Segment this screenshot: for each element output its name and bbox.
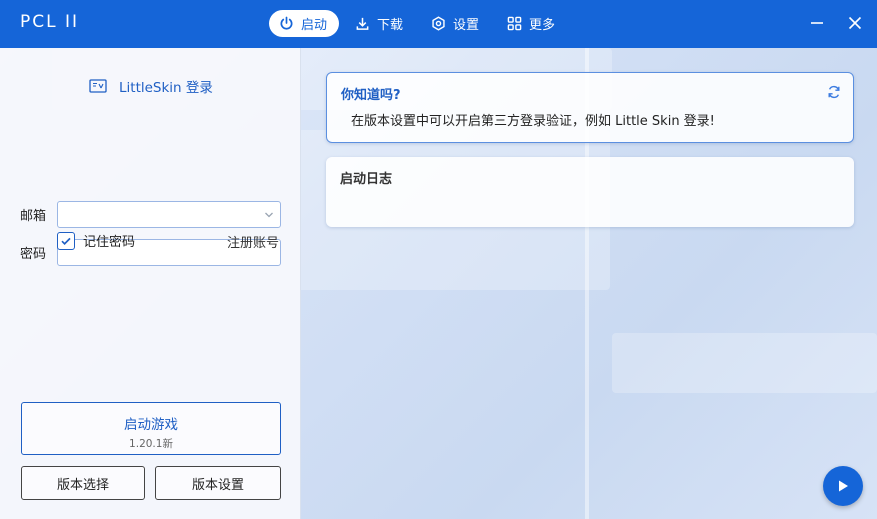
tab-more-label: 更多 bbox=[529, 18, 556, 33]
email-row: 邮箱 bbox=[20, 201, 281, 228]
launch-log-card[interactable]: 启动日志 bbox=[326, 157, 854, 227]
close-button[interactable] bbox=[847, 12, 863, 34]
window-controls bbox=[809, 12, 863, 34]
remember-checkbox[interactable] bbox=[57, 231, 75, 250]
main-nav: 启动 下载 设置 更多 bbox=[269, 10, 567, 37]
login-panel: LittleSkin 登录 邮箱 密码 记住密码 注册账号 启动游戏 1.20.… bbox=[0, 48, 301, 519]
tab-launch[interactable]: 启动 bbox=[269, 10, 340, 37]
launch-game-label: 启动游戏 bbox=[124, 417, 178, 433]
tab-settings[interactable]: 设置 bbox=[421, 10, 491, 37]
close-icon bbox=[848, 16, 862, 30]
play-icon bbox=[839, 480, 848, 492]
remember-password[interactable]: 记住密码 bbox=[57, 231, 135, 250]
tab-download-label: 下载 bbox=[377, 18, 404, 33]
tip-card: 你知道吗? 在版本设置中可以开启第三方登录验证，例如 Little Skin 登… bbox=[326, 72, 854, 143]
remember-label: 记住密码 bbox=[83, 235, 136, 250]
ghost-panel bbox=[612, 333, 877, 393]
power-icon bbox=[280, 16, 293, 30]
download-icon bbox=[356, 17, 369, 30]
version-select-button[interactable]: 版本选择 bbox=[21, 466, 145, 500]
title-bar: PCL II 启动 下载 设置 更多 bbox=[0, 0, 877, 48]
launch-log-title: 启动日志 bbox=[340, 172, 393, 187]
tab-more[interactable]: 更多 bbox=[497, 10, 567, 37]
launch-version-label: 1.20.1新 bbox=[129, 438, 173, 450]
tab-launch-label: 启动 bbox=[301, 18, 328, 33]
tab-settings-label: 设置 bbox=[453, 18, 480, 33]
minimize-icon bbox=[811, 22, 823, 24]
password-label: 密码 bbox=[20, 247, 47, 262]
checkmark-icon bbox=[61, 237, 71, 245]
login-type-label: LittleSkin 登录 bbox=[119, 80, 213, 96]
minimize-button[interactable] bbox=[809, 12, 825, 34]
refresh-icon[interactable] bbox=[827, 85, 841, 99]
email-label: 邮箱 bbox=[20, 209, 47, 224]
chevron-down-icon[interactable] bbox=[264, 210, 274, 220]
tip-text: 在版本设置中可以开启第三方登录验证，例如 Little Skin 登录! bbox=[351, 114, 715, 129]
grid-icon bbox=[507, 16, 522, 31]
tip-title: 你知道吗? bbox=[341, 88, 401, 103]
launch-game-button[interactable]: 启动游戏 1.20.1新 bbox=[21, 402, 281, 455]
version-settings-button[interactable]: 版本设置 bbox=[155, 466, 281, 500]
tab-download[interactable]: 下载 bbox=[345, 10, 415, 37]
email-field[interactable] bbox=[57, 201, 281, 228]
play-button[interactable] bbox=[823, 466, 863, 506]
id-card-icon bbox=[89, 79, 107, 93]
login-type-selector[interactable]: LittleSkin 登录 bbox=[89, 76, 213, 96]
app-title: PCL II bbox=[20, 12, 80, 32]
register-link[interactable]: 注册账号 bbox=[227, 232, 279, 251]
settings-icon bbox=[432, 16, 445, 31]
